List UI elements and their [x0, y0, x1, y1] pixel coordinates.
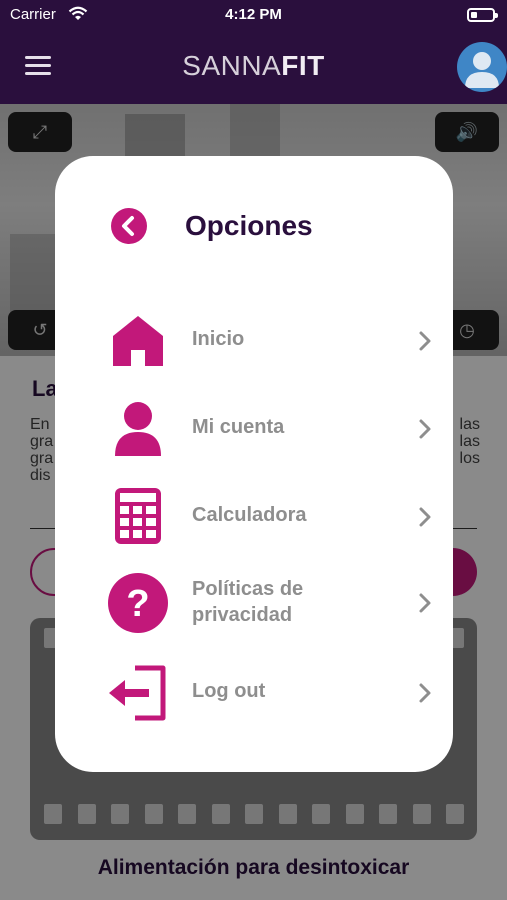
avatar-user-icon: [465, 52, 499, 88]
menu-item-calculadora[interactable]: Calculadora: [105, 484, 431, 560]
menu-item-log-out[interactable]: Log out: [105, 660, 431, 736]
svg-text:?: ?: [126, 583, 149, 625]
home-icon: [113, 316, 163, 366]
calculator-icon: [115, 488, 161, 544]
logout-icon: [109, 665, 166, 721]
app-logo: SANNAFIT: [0, 50, 507, 82]
avatar[interactable]: [457, 42, 507, 92]
chevron-right-icon: [419, 507, 431, 527]
menu-item-label: Políticas de privacidad: [192, 578, 304, 626]
menu-item-label: Inicio: [192, 328, 245, 350]
menu-item-label: Log out: [192, 680, 266, 702]
user-icon: [115, 402, 161, 456]
menu-item-politicas-de-privacidad[interactable]: ? Políticas de privacidad: [105, 570, 431, 646]
menu-item-inicio[interactable]: Inicio: [105, 308, 431, 384]
question-icon: ?: [108, 573, 168, 633]
logo-text-bold: FIT: [281, 50, 325, 81]
status-bar: Carrier 4:12 PM: [0, 0, 507, 30]
menu-item-label: Mi cuenta: [192, 416, 285, 438]
chevron-right-icon: [419, 419, 431, 439]
top-nav-bar: SANNAFIT: [0, 30, 507, 104]
chevron-left-icon: [122, 216, 134, 236]
chevron-right-icon: [419, 683, 431, 703]
menu-item-mi-cuenta[interactable]: Mi cuenta: [105, 396, 431, 472]
battery-icon: [467, 8, 498, 22]
modal-title: Opciones: [185, 210, 313, 241]
logo-text-light: SANNA: [182, 50, 282, 81]
menu-item-label: Calculadora: [192, 504, 307, 526]
chevron-right-icon: [419, 331, 431, 351]
options-modal: Opciones Inicio Mi cuenta Calculadora ? …: [55, 156, 453, 772]
back-button[interactable]: [111, 208, 147, 244]
chevron-right-icon: [419, 593, 431, 613]
clock: 4:12 PM: [225, 6, 282, 23]
